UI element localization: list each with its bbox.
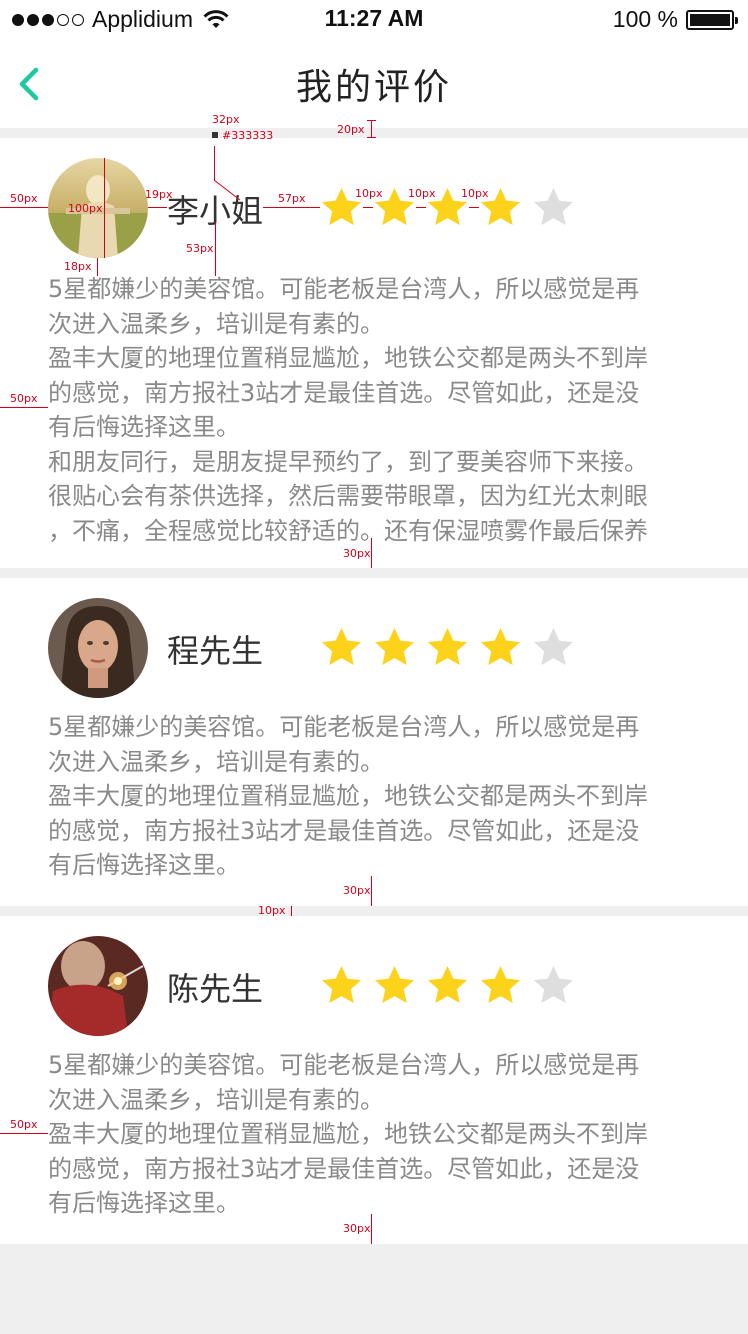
star-filled-icon [481,628,520,665]
review-line: 次进入温柔乡，培训是有素的。 [48,1085,384,1114]
avatar [48,158,148,258]
spec-line [214,146,215,181]
spec-line [0,207,48,208]
review-line: 5星都嫌少的美容馆。可能老板是台湾人，所以感觉是再 [48,713,640,741]
star-filled-icon [428,188,467,225]
review-line: 和朋友同行，是朋友提早预约了，到了要美容师下来接。 [48,447,648,476]
review-line: 盈丰大厦的地理位置稍显尴尬，地铁公交都是两头不到岸 [48,1120,648,1148]
review-line: 有后悔选择这里。 [48,851,240,879]
avatar [48,936,148,1036]
review-card: 陈先生 5星都嫌少的美容馆。可能老板是台湾人，所以感觉是再 次进入温柔乡，培训是有… [0,916,748,1244]
star-filled-icon [428,966,467,1003]
review-line: 5星都嫌少的美容馆。可能老板是台湾人，所以感觉是再 [48,275,640,303]
battery-percent: 100 % [612,6,678,32]
avatar [48,598,148,698]
star-filled-icon [375,628,414,665]
spec-line [416,207,426,208]
star-filled-icon [322,628,361,665]
spec-line [371,538,372,568]
spec-line [263,207,320,208]
spec-line [215,222,216,276]
spec-line [367,137,376,138]
status-bar: Applidium 11:27 AM 100 % [0,0,748,40]
status-right: 100 % [612,6,738,33]
star-empty-icon [534,966,573,1003]
rating-stars [320,626,575,669]
spec-line [371,120,372,138]
review-line: 盈丰大厦的地理位置稍显尴尬，地铁公交都是两头不到岸 [48,344,648,372]
review-line: 次进入温柔乡，培训是有素的。 [48,309,384,338]
spec-line [104,158,105,258]
star-filled-icon [428,628,467,665]
review-line: 的感觉，南方报社3站才是最佳首选。尽管如此，还是没 [48,1154,640,1183]
review-text: 5星都嫌少的美容馆。可能老板是台湾人，所以感觉是再 次进入温柔乡，培训是有素的。盈… [48,272,708,544]
review-line: ，不痛，全程感觉比较舒适的。还有保湿喷雾作最后保养 [48,516,648,545]
user-name: 程先生 [167,632,264,670]
spec-line [469,207,479,208]
star-filled-icon [322,188,361,225]
review-line: 很贴心会有茶供选择，然后需要带眼罩，因为红光太刺眼 [48,482,648,510]
spec-line [363,207,373,208]
star-filled-icon [481,188,520,225]
spec-line [97,258,98,276]
review-text: 5星都嫌少的美容馆。可能老板是台湾人，所以感觉是再 次进入温柔乡，培训是有素的。盈… [48,1048,708,1223]
star-filled-icon [481,966,520,1003]
spec-line [0,407,48,408]
battery-icon [686,9,738,30]
review-line: 有后悔选择这里。 [48,413,240,441]
review-line: 有后悔选择这里。 [48,1189,240,1217]
rating-stars [320,186,575,229]
review-line: 盈丰大厦的地理位置稍显尴尬，地铁公交都是两头不到岸 [48,782,648,810]
star-filled-icon [375,188,414,225]
review-line: 的感觉，南方报社3站才是最佳首选。尽管如此，还是没 [48,378,640,407]
review-line: 的感觉，南方报社3站才是最佳首选。尽管如此，还是没 [48,816,640,845]
star-empty-icon [534,188,573,225]
review-card: 程先生 5星都嫌少的美容馆。可能老板是台湾人，所以感觉是再 次进入温柔乡，培训是有… [0,578,748,906]
spec-leader-line [214,180,241,201]
page-title: 我的评价 [295,67,452,108]
spec-line [291,906,292,916]
spec-marker [212,132,218,138]
review-card: 李小姐 5星都嫌少的美容馆。可能老板是台湾人，所以感觉是再 次进入温柔乡，培训是有… [0,138,748,568]
rating-stars [320,964,575,1007]
user-name: 陈先生 [167,970,264,1008]
review-line: 次进入温柔乡，培训是有素的。 [48,747,384,776]
spec-line [371,876,372,906]
nav-bar: 我的评价 [0,40,748,128]
spec-line [371,1214,372,1244]
star-filled-icon [375,966,414,1003]
review-line: 5星都嫌少的美容馆。可能老板是台湾人，所以感觉是再 [48,1051,640,1079]
spec-line [148,207,167,208]
star-empty-icon [534,628,573,665]
review-text: 5星都嫌少的美容馆。可能老板是台湾人，所以感觉是再 次进入温柔乡，培训是有素的。盈… [48,710,708,885]
star-filled-icon [322,966,361,1003]
spec-line [367,120,376,121]
spec-line [0,1133,48,1134]
